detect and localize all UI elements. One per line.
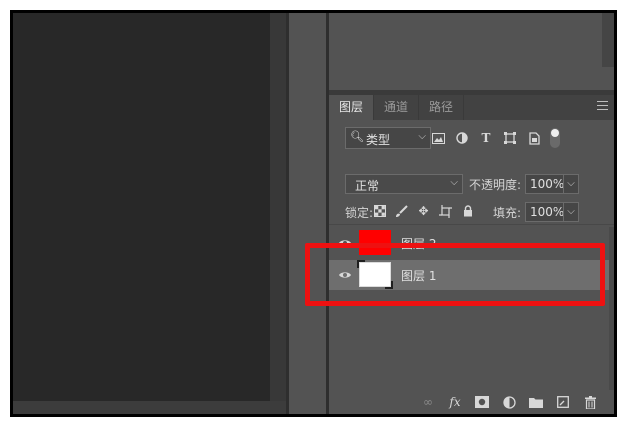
delete-layer-icon[interactable] — [582, 394, 598, 410]
filter-kind-label: 类型 — [366, 133, 391, 147]
new-group-icon[interactable] — [528, 394, 544, 410]
lock-all-icon[interactable] — [460, 204, 475, 219]
canvas-horizontal-scrollbar[interactable] — [13, 401, 286, 414]
canvas-edge — [270, 13, 286, 401]
link-layers-icon[interactable]: ∞ — [420, 394, 436, 410]
tab-layers[interactable]: 图层 — [329, 95, 375, 120]
search-icon: 🔍︎ — [350, 130, 364, 143]
screenshot-frame: 图层 通道 路径 🔍︎ 类型 ⌵ T 正常 ⌵ 不透明度: 100% ⌵ 锁定:… — [10, 10, 617, 417]
lock-label: 锁定: — [345, 206, 374, 220]
bottom-icon-group: ∞ fx — [420, 393, 598, 411]
blend-mode-select[interactable]: 正常 ⌵ — [345, 174, 463, 194]
lock-image-pixels-brush-icon[interactable] — [394, 204, 409, 219]
chevron-down-icon: ⌵ — [418, 131, 426, 142]
layer-filter-select[interactable]: 🔍︎ 类型 ⌵ — [345, 127, 431, 149]
tab-channels[interactable]: 通道 — [374, 95, 420, 120]
fill-input[interactable]: 100% ⌵ — [525, 202, 579, 222]
photoshop-workspace: 图层 通道 路径 🔍︎ 类型 ⌵ T 正常 ⌵ 不透明度: 100% ⌵ 锁定:… — [13, 13, 614, 414]
fill-dropdown-button[interactable]: ⌵ — [563, 203, 578, 221]
blend-mode-value: 正常 — [355, 179, 380, 193]
opacity-value: 100% — [530, 177, 565, 191]
adjustment-filter-icon[interactable] — [454, 130, 470, 146]
lock-transparent-pixels-icon[interactable] — [372, 204, 387, 219]
smart-object-filter-icon[interactable] — [526, 130, 542, 146]
opacity-input[interactable]: 100% ⌵ — [525, 174, 579, 194]
layers-list-divider — [329, 224, 614, 225]
lock-icon-group: ✥ — [372, 202, 475, 220]
add-mask-icon[interactable] — [474, 394, 490, 410]
document-canvas[interactable] — [13, 13, 270, 401]
lock-position-move-icon[interactable]: ✥ — [416, 204, 431, 219]
panel-menu-icon[interactable] — [597, 101, 608, 110]
chevron-down-icon: ⌵ — [450, 177, 458, 188]
upper-panel-scrollbar[interactable] — [602, 13, 614, 67]
upper-panel — [329, 13, 614, 90]
text-filter-icon[interactable]: T — [478, 130, 494, 146]
layers-bottom-toolbar: ∞ fx — [329, 390, 614, 414]
collapsed-panel-dock — [289, 13, 326, 414]
fill-value: 100% — [530, 205, 565, 219]
lock-artboard-icon[interactable] — [438, 204, 453, 219]
adjustment-layer-icon[interactable] — [501, 394, 517, 410]
panel-tabs: 图层 通道 路径 — [329, 95, 614, 120]
shape-filter-icon[interactable] — [502, 130, 518, 146]
tab-paths[interactable]: 路径 — [419, 95, 465, 120]
opacity-dropdown-button[interactable]: ⌵ — [563, 175, 578, 193]
fill-label: 填充: — [493, 206, 522, 220]
fx-icon[interactable]: fx — [447, 394, 463, 410]
image-filter-icon[interactable] — [430, 130, 446, 146]
new-layer-icon[interactable] — [555, 394, 571, 410]
filter-icon-group: T — [430, 127, 560, 149]
opacity-label: 不透明度: — [469, 178, 522, 192]
filter-toggle-switch[interactable] — [550, 128, 560, 148]
annotation-highlight-box — [305, 243, 605, 306]
layers-scrollbar[interactable] — [609, 227, 614, 399]
